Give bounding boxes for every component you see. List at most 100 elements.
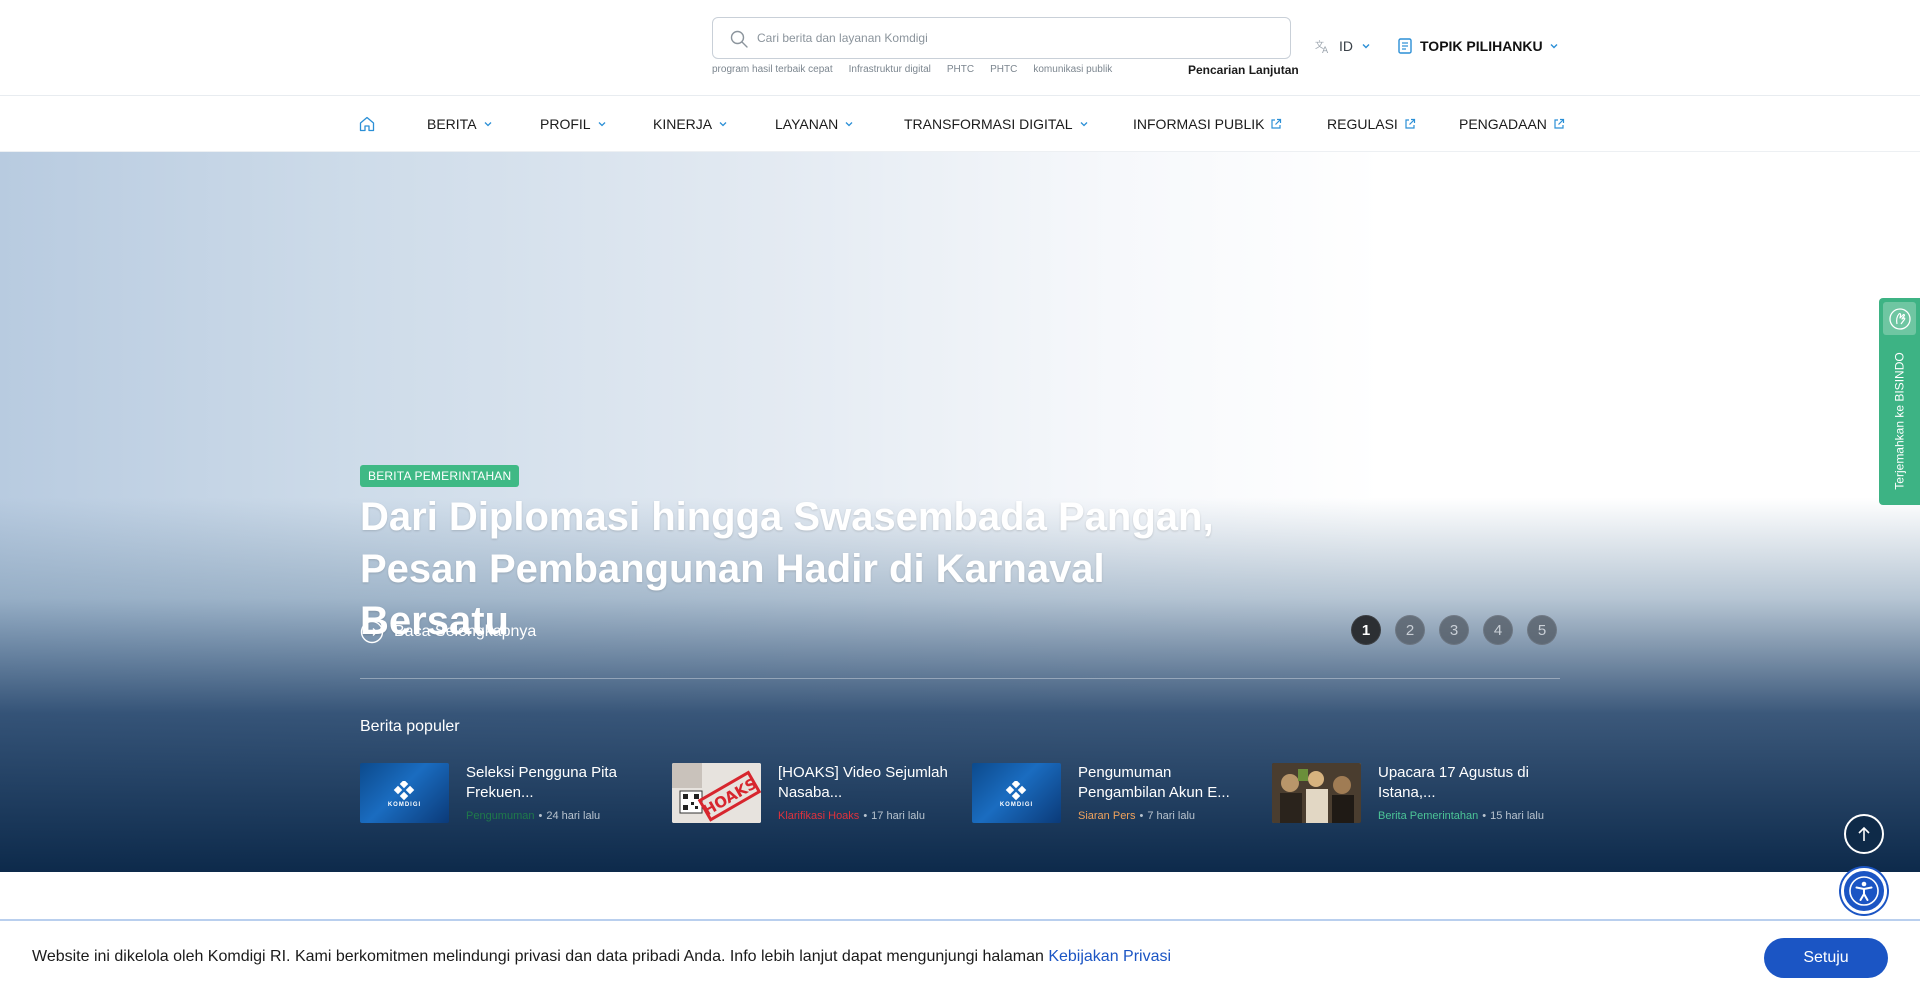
slide-page-1[interactable]: 1 [1351, 615, 1381, 645]
chevron-down-icon [1550, 44, 1558, 49]
chevron-down-icon [484, 122, 491, 127]
cookie-text: Website ini dikelola oleh Komdigi RI. Ka… [32, 948, 1049, 965]
news-thumbnail: KOMDIGI [972, 763, 1061, 823]
external-link-icon [1271, 118, 1282, 129]
popular-news-heading: Berita populer [360, 718, 460, 735]
quick-tag[interactable]: Infrastruktur digital [849, 64, 931, 75]
komdigi-logo-icon [1005, 781, 1027, 801]
thumb-logo-text: KOMDIGI [387, 802, 422, 808]
slide-page-2[interactable]: 2 [1395, 615, 1425, 645]
news-meta: Pengumuman • 24 hari lalu [466, 810, 601, 822]
translate-icon: 文 A [1315, 39, 1329, 54]
news-title: [HOAKS] Video Sejumlah Nasaba... [778, 764, 948, 801]
document-icon [1398, 38, 1412, 54]
sign-language-icon [1883, 302, 1916, 335]
news-category[interactable]: Pengumuman [466, 810, 535, 822]
privacy-policy-link[interactable]: Kebijakan Privasi [1048, 948, 1171, 965]
bisindo-label-wrap: Terjemahkan ke BISINDO [1879, 346, 1920, 496]
scroll-to-top-button[interactable] [1844, 814, 1884, 854]
popular-news-item[interactable]: Upacara 17 Agustus di Istana,... Berita … [1272, 763, 1562, 825]
news-thumbnail [1272, 763, 1361, 823]
language-label: ID [1339, 38, 1353, 54]
news-time: 24 hari lalu [546, 810, 601, 822]
news-title: Seleksi Pengguna Pita Frekuen... [466, 764, 617, 801]
news-category[interactable]: Siaran Pers [1078, 810, 1135, 822]
quick-tag[interactable]: PHTC [947, 64, 974, 75]
nav-label: LAYANAN [775, 116, 839, 132]
quick-tag[interactable]: komunikasi publik [1033, 64, 1112, 75]
external-link-icon [1405, 118, 1415, 129]
search-input[interactable] [757, 18, 1277, 58]
nav-label: INFORMASI PUBLIK [1133, 116, 1265, 132]
news-time: 7 hari lalu [1147, 810, 1196, 822]
quick-search-tags: program hasil terbaik cepat Infrastruktu… [712, 64, 1112, 75]
popular-news-item[interactable]: KOMDIGI Pengumuman Pengambilan Akun E...… [972, 763, 1262, 825]
external-link-icon [1554, 118, 1565, 129]
news-meta: Klarifikasi Hoaks • 17 hari lalu [778, 810, 925, 822]
divider [360, 678, 1560, 679]
news-category[interactable]: Berita Pemerintahan [1378, 810, 1478, 822]
nav-pengadaan[interactable]: PENGADAAN [1459, 96, 1565, 152]
news-time: 17 hari lalu [871, 810, 925, 822]
thumb-logo-text: KOMDIGI [999, 802, 1034, 808]
chevron-down-icon [845, 122, 853, 127]
news-meta: Siaran Pers • 7 hari lalu [1078, 810, 1196, 822]
accessibility-icon [1849, 876, 1879, 906]
komdigi-logo-icon [393, 781, 415, 801]
quick-tag[interactable]: PHTC [990, 64, 1017, 75]
news-thumbnail: HOAKS [672, 763, 761, 823]
news-category[interactable]: Klarifikasi Hoaks [778, 810, 859, 822]
bisindo-translate-tab[interactable]: Terjemahkan ke BISINDO [1879, 298, 1920, 505]
hoaks-thumbnail-image: HOAKS [672, 763, 761, 823]
chevron-down-icon [1080, 122, 1088, 127]
nav-regulasi[interactable]: REGULASI [1327, 96, 1416, 152]
nav-informasi-publik[interactable]: INFORMASI PUBLIK [1133, 96, 1282, 152]
nav-label: TRANSFORMASI DIGITAL [904, 116, 1073, 132]
nav-kinerja[interactable]: KINERJA [653, 96, 728, 152]
top-header: program hasil terbaik cepat Infrastruktu… [0, 0, 1920, 96]
slide-page-5[interactable]: 5 [1527, 615, 1557, 645]
agree-button[interactable]: Setuju [1764, 938, 1888, 978]
home-icon [359, 116, 375, 132]
cookie-message: Website ini dikelola oleh Komdigi RI. Ka… [32, 948, 1171, 966]
slide-pagination: 1 2 3 4 5 [1351, 615, 1557, 645]
main-navigation: BERITA PROFIL KINERJA LAYANAN TRANSFORMA… [0, 96, 1920, 152]
ceremony-photo-image [1272, 763, 1361, 823]
bisindo-label: Terjemahkan ke BISINDO [1892, 352, 1907, 490]
nav-label: BERITA [427, 116, 477, 132]
topik-pilihanku-button[interactable]: TOPIK PILIHANKU [1396, 37, 1559, 55]
read-more-link[interactable]: Baca Selengkapnya [360, 620, 536, 644]
news-time: 15 hari lalu [1490, 810, 1544, 822]
chevron-down-icon [598, 122, 606, 127]
chevron-down-icon [719, 122, 727, 127]
nav-profil[interactable]: PROFIL [540, 96, 607, 152]
nav-layanan[interactable]: LAYANAN [775, 96, 854, 152]
svg-text:A: A [1322, 46, 1329, 54]
nav-label: PENGADAAN [1459, 116, 1547, 132]
slide-page-4[interactable]: 4 [1483, 615, 1513, 645]
slide-page-3[interactable]: 3 [1439, 615, 1469, 645]
nav-home[interactable] [358, 96, 376, 152]
nav-label: PROFIL [540, 116, 591, 132]
category-badge[interactable]: BERITA PEMERINTAHAN [360, 465, 520, 487]
nav-transformasi-digital[interactable]: TRANSFORMASI DIGITAL [904, 96, 1089, 152]
search-box[interactable] [712, 17, 1291, 59]
popular-news-item[interactable]: HOAKS [HOAKS] Video Sejumlah Nasaba... K… [672, 763, 962, 825]
advanced-search-link[interactable]: Pencarian Lanjutan [1188, 63, 1299, 77]
nav-berita[interactable]: BERITA [427, 96, 493, 152]
popular-news-item[interactable]: KOMDIGI Seleksi Pengguna Pita Frekuen...… [360, 763, 650, 825]
news-title: Pengumuman Pengambilan Akun E... [1078, 764, 1230, 801]
topik-label: TOPIK PILIHANKU [1420, 38, 1543, 54]
nav-label: KINERJA [653, 116, 713, 132]
hero-banner: BERITA PEMERINTAHAN Dari Diplomasi hingg… [0, 152, 1920, 872]
news-title: Upacara 17 Agustus di Istana,... [1378, 764, 1529, 801]
news-thumbnail: KOMDIGI [360, 763, 449, 823]
arrow-up-icon [1858, 826, 1870, 841]
news-meta: Berita Pemerintahan • 15 hari lalu [1378, 810, 1544, 822]
language-selector[interactable]: 文 A ID [1315, 38, 1371, 54]
quick-tag[interactable]: program hasil terbaik cepat [712, 64, 833, 75]
cookie-consent-bar: Website ini dikelola oleh Komdigi RI. Ka… [0, 919, 1920, 993]
arrow-right-circle-icon [360, 620, 384, 644]
hero-title-line: Dari Diplomasi hingga Swasembada Pangan, [360, 495, 1214, 539]
accessibility-button[interactable] [1841, 868, 1887, 914]
